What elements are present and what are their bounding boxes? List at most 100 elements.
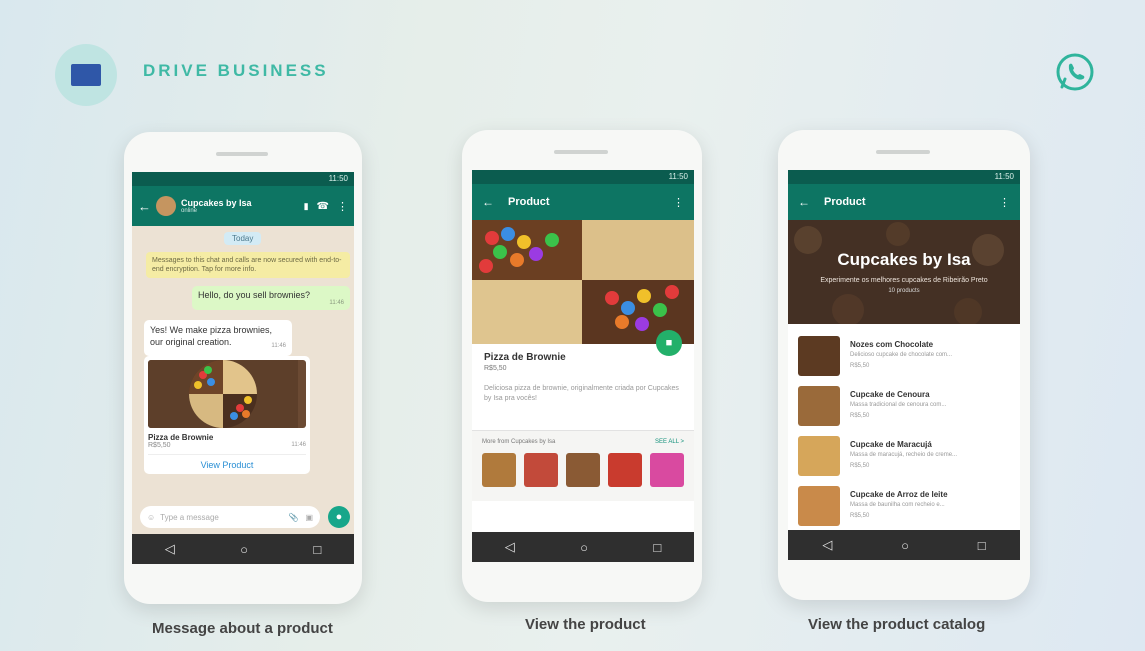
status-time: 11:50	[328, 174, 348, 183]
catalog-item-price: R$5,50	[850, 463, 870, 469]
product-price: R$5,50 11:46	[148, 442, 306, 449]
catalog-item-price: R$5,50	[850, 513, 870, 519]
date-chip: Today	[224, 232, 262, 245]
product-thumbnail[interactable]	[608, 453, 642, 487]
catalog-item[interactable]: Cupcake de Arroz de leite Massa de bauni…	[798, 486, 1008, 528]
product-image[interactable]	[148, 360, 306, 428]
brownie-image	[148, 360, 298, 428]
emoji-icon[interactable]: ☺	[147, 513, 155, 522]
status-bar: 11:50	[132, 172, 354, 186]
more-from-label: More from Cupcakes by Isa	[482, 439, 556, 445]
message-time: 11:46	[329, 300, 344, 306]
contact-status: online	[181, 208, 198, 214]
back-triangle-icon[interactable]: ◁	[505, 539, 515, 555]
product-thumbnail[interactable]	[524, 453, 558, 487]
catalog-screen: 11:50 ← Product ⋮ Cupcakes by Isa Experi…	[788, 170, 1020, 560]
android-nav-bar: ◁ ○ □	[788, 530, 1020, 560]
chat-area: Today Messages to this chat and calls ar…	[132, 226, 354, 534]
screen-title: Product	[508, 196, 550, 208]
product-thumbnail[interactable]	[566, 453, 600, 487]
mic-icon[interactable]: ●	[328, 506, 350, 528]
attach-icon[interactable]: 📎	[288, 513, 298, 522]
contact-name[interactable]: Cupcakes by Isa	[181, 198, 304, 208]
outgoing-message[interactable]: Hello, do you sell brownies? 11:46	[192, 286, 350, 310]
phone-speaker	[876, 150, 930, 154]
business-tagline: Experimente os melhores cupcakes de Ribe…	[820, 277, 988, 284]
status-time: 11:50	[668, 172, 688, 181]
home-circle-icon[interactable]: ○	[580, 540, 588, 555]
brand-logo	[55, 44, 117, 106]
business-name: Cupcakes by Isa	[837, 250, 971, 269]
back-arrow-icon[interactable]: ←	[482, 195, 494, 209]
catalog-item[interactable]: Cupcake de Maracujá Massa de maracujá, r…	[798, 436, 1008, 478]
catalog-item-description: Delicioso cupcake de chocolate com...	[850, 352, 953, 358]
catalog-item-price: R$5,50	[850, 413, 870, 419]
message-text: Hello, do you sell brownies?	[198, 290, 311, 300]
product-card[interactable]: Pizza de Brownie R$5,50 11:46 View Produ…	[144, 356, 310, 474]
back-triangle-icon[interactable]: ◁	[165, 541, 175, 557]
whatsapp-icon	[1056, 53, 1094, 91]
encryption-notice[interactable]: Messages to this chat and calls are now …	[146, 252, 350, 278]
message-input[interactable]: ☺ Type a message 📎 ▣	[140, 506, 320, 528]
catalog-header: Cupcakes by Isa Experimente os melhores …	[788, 220, 1020, 324]
product-name: Pizza de Brownie	[148, 433, 214, 442]
phone-chat: 11:50 ← Cupcakes by Isa online ▮ ☎ ⋮ Tod…	[124, 132, 362, 604]
home-circle-icon[interactable]: ○	[240, 542, 248, 557]
catalog-item-image	[798, 436, 840, 476]
catalog-item-name: Nozes com Chocolate	[850, 340, 934, 349]
cupcakes-background-image	[788, 220, 1020, 324]
message-business-icon[interactable]: ■	[656, 330, 682, 356]
see-all-link[interactable]: SEE ALL >	[655, 439, 684, 445]
back-arrow-icon[interactable]: ←	[798, 195, 810, 209]
video-call-icon[interactable]: ▮	[304, 201, 309, 212]
screen-title: Product	[824, 196, 866, 208]
product-thumbnail[interactable]	[482, 453, 516, 487]
message-time: 11:46	[291, 442, 306, 448]
product-thumbnail[interactable]	[650, 453, 684, 487]
more-options-icon[interactable]: ⋮	[337, 200, 348, 213]
brownie-image	[472, 220, 694, 344]
catalog-item[interactable]: Nozes com Chocolate Delicioso cupcake de…	[798, 336, 1008, 378]
catalog-item-description: Massa de maracujá, recheio de creme...	[850, 452, 958, 458]
phone-speaker	[554, 150, 608, 154]
catalog-item[interactable]: Cupcake de Cenoura Massa tradicional de …	[798, 386, 1008, 428]
message-text: Yes! We make pizza brownies, our origina…	[150, 325, 273, 347]
message-input-placeholder: Type a message	[160, 512, 219, 522]
product-appbar: ← Product ⋮	[472, 184, 694, 220]
camera-icon[interactable]: ▣	[305, 513, 313, 522]
back-arrow-icon[interactable]: ←	[138, 199, 151, 214]
android-nav-bar: ◁ ○ □	[132, 534, 354, 564]
product-count: 10 products	[888, 288, 920, 294]
recents-square-icon[interactable]: □	[313, 542, 321, 557]
incoming-message[interactable]: Yes! We make pizza brownies, our origina…	[144, 320, 292, 356]
brand-logo-icon	[71, 64, 101, 86]
more-options-icon[interactable]: ⋮	[673, 196, 684, 209]
view-product-button[interactable]: View Product	[148, 454, 306, 470]
catalog-item-name: Cupcake de Maracujá	[850, 440, 932, 449]
product-description: Deliciosa pizza de brownie, originalment…	[484, 385, 679, 402]
status-bar: 11:50	[472, 170, 694, 184]
android-nav-bar: ◁ ○ □	[472, 532, 694, 562]
product-details: Pizza de Brownie R$5,50 Deliciosa pizza …	[472, 344, 694, 412]
recents-square-icon[interactable]: □	[978, 538, 986, 553]
message-time: 11:46	[271, 343, 286, 349]
home-circle-icon[interactable]: ○	[901, 538, 909, 553]
product-price: R$5,50	[484, 365, 507, 372]
more-options-icon[interactable]: ⋮	[999, 196, 1010, 209]
avatar[interactable]	[156, 196, 176, 216]
caption-view-catalog: View the product catalog	[808, 616, 986, 633]
phone-catalog: 11:50 ← Product ⋮ Cupcakes by Isa Experi…	[778, 130, 1030, 600]
catalog-item-image	[798, 386, 840, 426]
page-title: DRIVE BUSINESS	[143, 61, 329, 80]
phone-call-icon[interactable]: ☎	[317, 201, 329, 212]
catalog-item-name: Cupcake de Cenoura	[850, 390, 930, 399]
catalog-item-description: Massa de baunilha com recheio e...	[850, 502, 945, 508]
chat-header: ← Cupcakes by Isa online ▮ ☎ ⋮	[132, 186, 354, 226]
product-hero-image[interactable]	[472, 220, 694, 344]
back-triangle-icon[interactable]: ◁	[822, 537, 832, 553]
product-name: Pizza de Brownie	[484, 352, 566, 363]
catalog-item-description: Massa tradicional de cenoura com...	[850, 402, 947, 408]
recents-square-icon[interactable]: □	[653, 540, 661, 555]
catalog-item-price: R$5,50	[850, 363, 870, 369]
catalog-appbar: ← Product ⋮	[788, 184, 1020, 220]
